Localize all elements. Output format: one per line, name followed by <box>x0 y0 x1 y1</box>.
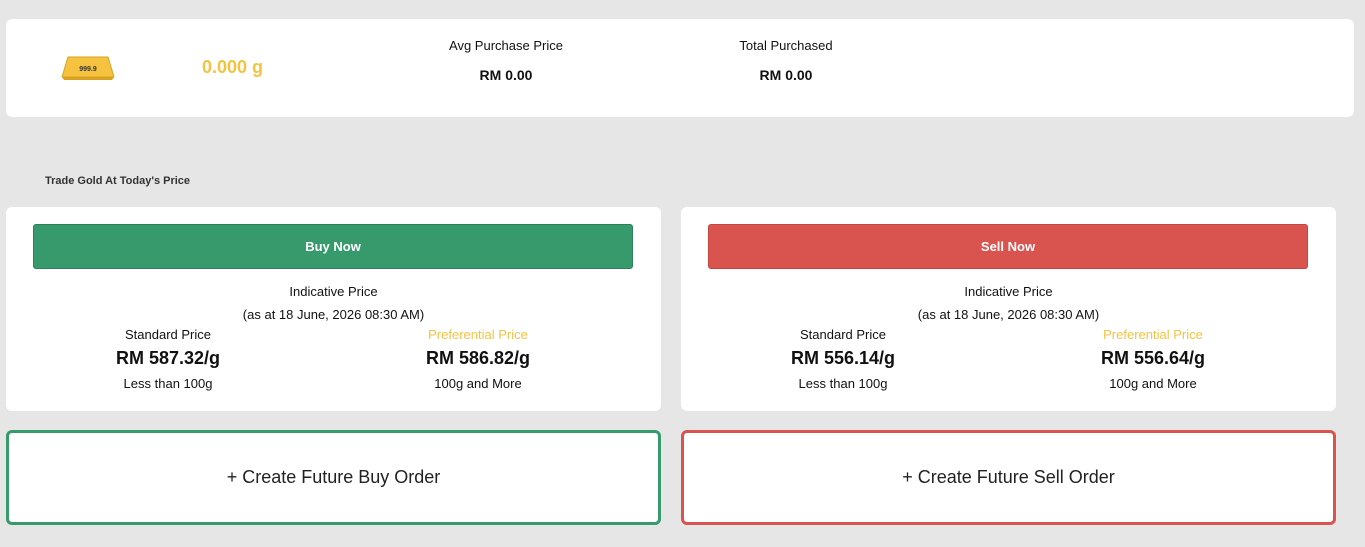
sell-standard-label: Standard Price <box>800 327 886 342</box>
buy-preferential-note: 100g and More <box>434 376 522 391</box>
total-purchased-label: Total Purchased <box>739 38 833 53</box>
avg-purchase-stat: Avg Purchase Price RM 0.00 <box>446 38 566 83</box>
buy-standard-value: RM 587.32/g <box>115 348 221 368</box>
sell-indicative-label: Indicative Price <box>964 284 1053 299</box>
future-sell-label: + Create Future Sell Order <box>902 467 1115 487</box>
gold-bar-purity-label: 999.9 <box>79 66 97 73</box>
sell-indicative-block: Indicative Price (as at 18 June, 2026 08… <box>681 280 1336 326</box>
avg-purchase-value: RM 0.00 <box>479 67 533 83</box>
buy-preferential-value: RM 586.82/g <box>425 348 531 368</box>
sell-standard-price-column: Standard Price RM 556.14/g Less than 100… <box>743 327 943 391</box>
gold-bar-icon: 999.9 <box>61 56 115 80</box>
buy-preferential-label: Preferential Price <box>428 327 528 342</box>
buy-preferential-price-column: Preferential Price RM 586.82/g 100g and … <box>378 327 578 391</box>
buy-now-button[interactable]: Buy Now <box>33 224 633 269</box>
section-title: Trade Gold At Today's Price <box>45 175 191 187</box>
total-purchased-value: RM 0.00 <box>759 67 813 83</box>
sell-preferential-label: Preferential Price <box>1103 327 1203 342</box>
avg-purchase-label: Avg Purchase Price <box>449 38 563 53</box>
total-purchased-stat: Total Purchased RM 0.00 <box>726 38 846 83</box>
sell-card: Sell Now Indicative Price (as at 18 June… <box>681 207 1336 411</box>
sell-preferential-value: RM 556.64/g <box>1100 348 1206 368</box>
gold-weight-value: 0.000 g <box>202 57 264 77</box>
create-future-buy-order-button[interactable]: + Create Future Buy Order <box>6 430 661 525</box>
sell-preferential-price-column: Preferential Price RM 556.64/g 100g and … <box>1053 327 1253 391</box>
buy-standard-label: Standard Price <box>125 327 211 342</box>
buy-card: Buy Now Indicative Price (as at 18 June,… <box>6 207 661 411</box>
sell-standard-note: Less than 100g <box>798 376 888 391</box>
holdings-summary-card: 999.9 0.000 g Avg Purchase Price RM 0.00… <box>6 19 1354 117</box>
sell-standard-value: RM 556.14/g <box>790 348 896 368</box>
future-buy-label: + Create Future Buy Order <box>226 467 441 487</box>
buy-indicative-label: Indicative Price <box>289 284 378 299</box>
create-future-sell-order-button[interactable]: + Create Future Sell Order <box>681 430 1336 525</box>
buy-standard-price-column: Standard Price RM 587.32/g Less than 100… <box>68 327 268 391</box>
buy-standard-note: Less than 100g <box>123 376 213 391</box>
sell-as-at-timestamp: (as at 18 June, 2026 08:30 AM) <box>917 307 1100 322</box>
buy-as-at-timestamp: (as at 18 June, 2026 08:30 AM) <box>242 307 425 322</box>
sell-now-button[interactable]: Sell Now <box>708 224 1308 269</box>
buy-indicative-block: Indicative Price (as at 18 June, 2026 08… <box>6 280 661 326</box>
sell-preferential-note: 100g and More <box>1109 376 1197 391</box>
